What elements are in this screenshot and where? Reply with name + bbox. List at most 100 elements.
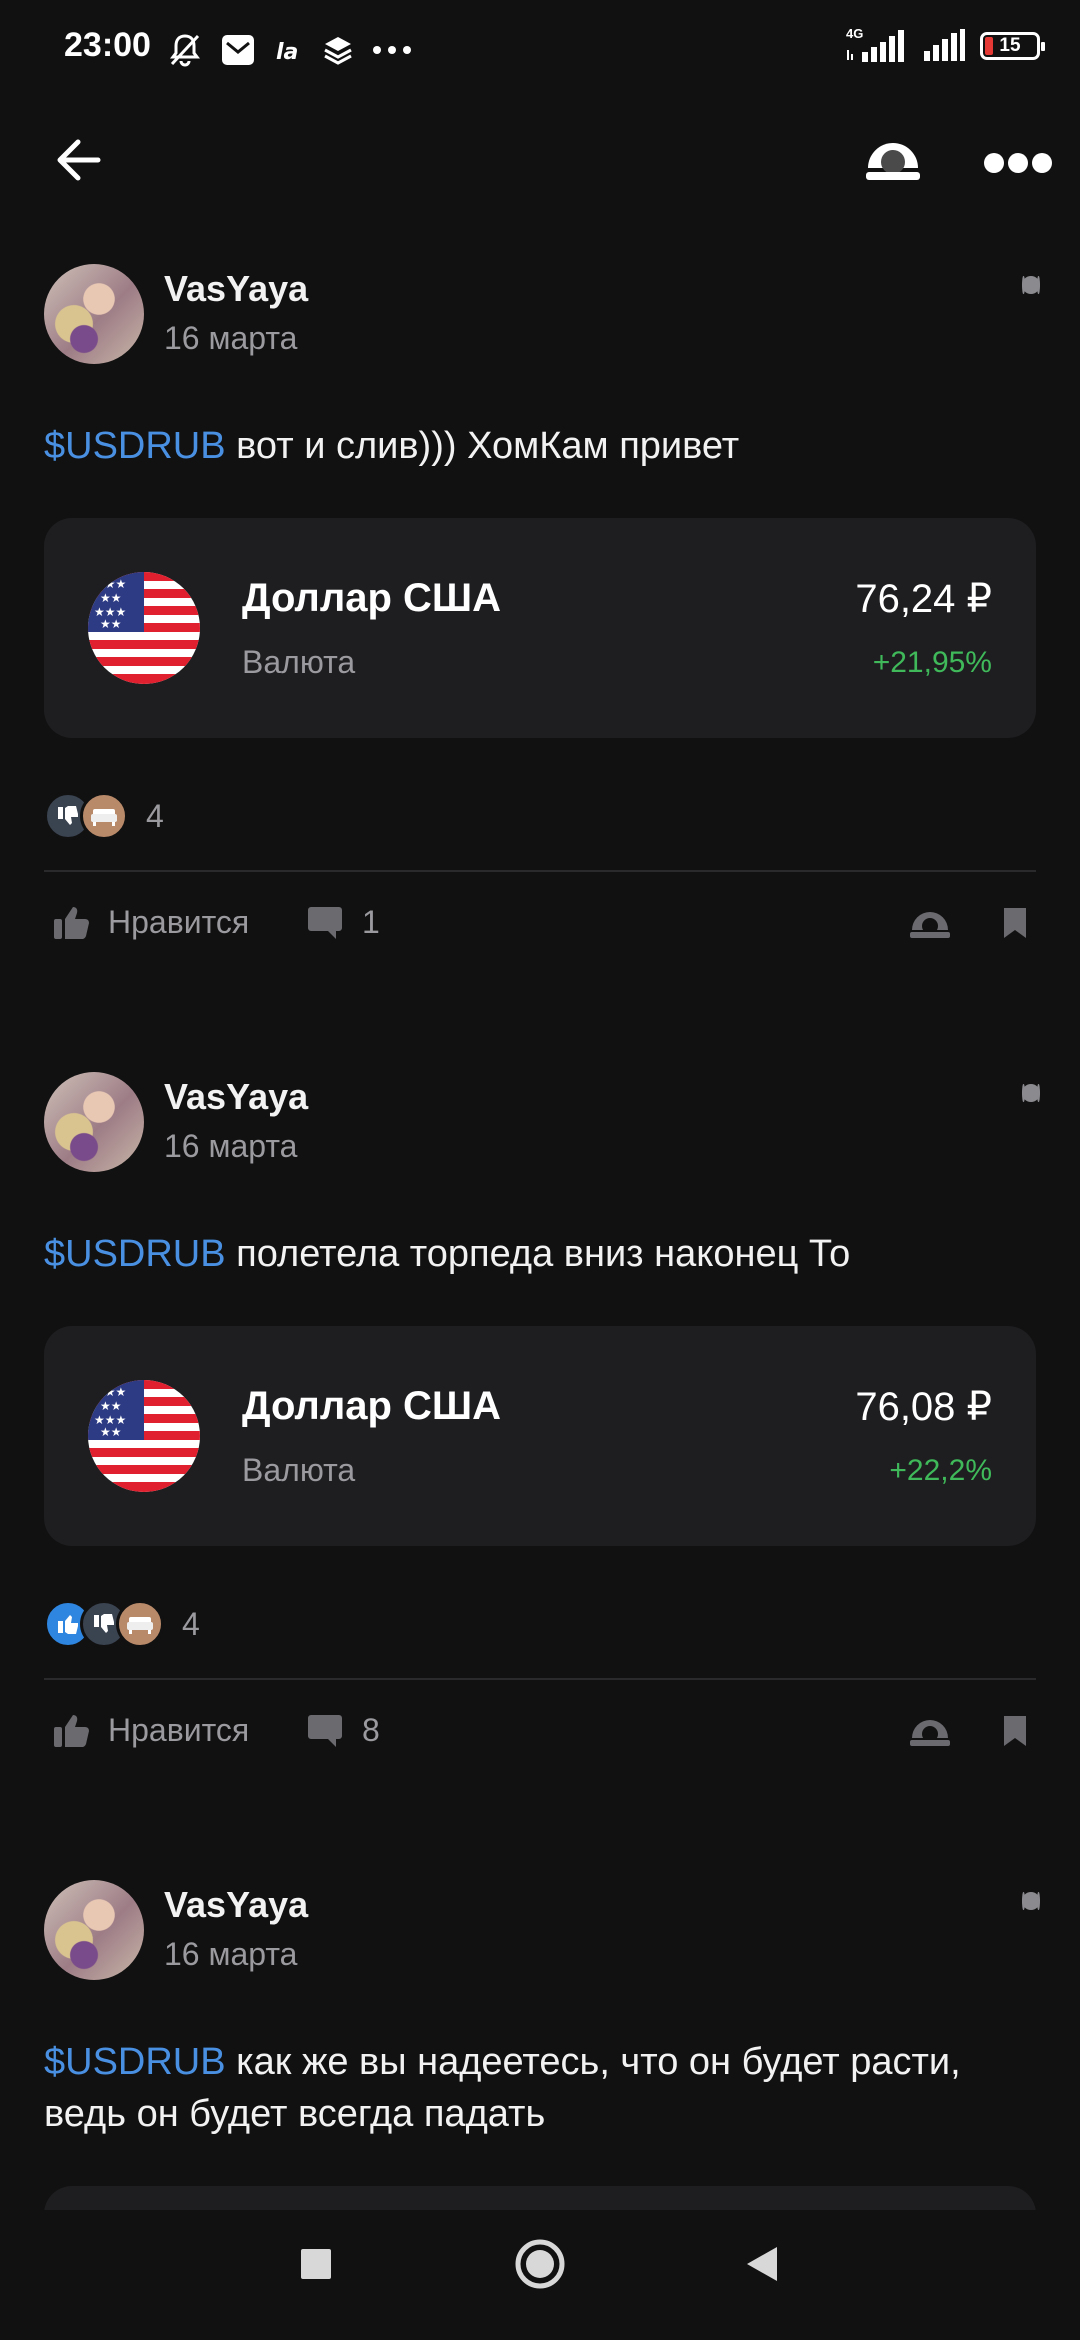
like-label: Нравится [108, 1712, 250, 1748]
ticker-link[interactable]: $USDRUB [44, 1233, 226, 1275]
bookmark-icon [1004, 1716, 1026, 1746]
instrument-change: +22,2% [889, 1454, 992, 1487]
instrument-price: 76,24 ₽ [855, 577, 992, 621]
post-body: полетела торпеда вниз наконец То [225, 1233, 851, 1275]
post-share-button[interactable] [908, 1714, 952, 1755]
thumbs-up-icon [54, 906, 89, 939]
avatar[interactable] [44, 1072, 144, 1172]
svg-text:★★★: ★★★ [94, 1385, 126, 1399]
signal-icon [924, 29, 965, 61]
like-button[interactable]: Нравится [52, 904, 249, 941]
sofa-reaction-icon [80, 792, 128, 840]
arrow-left-icon [57, 139, 101, 181]
svg-text:★★: ★★ [100, 617, 122, 631]
comment-button[interactable]: 8 [306, 1712, 380, 1749]
post: VasYaya 16 марта $USDRUB как же вы надее… [0, 1880, 1080, 2210]
like-button[interactable]: Нравится [52, 1712, 249, 1749]
signal-4g-icon: 4G [844, 26, 908, 64]
more-dots-icon [1022, 1084, 1041, 1102]
divider [44, 1678, 1036, 1680]
instrument-card[interactable]: ★★★ ★★ ★★★ ★★ Доллар США Валюта 76,08 ₽ +22… [44, 1326, 1036, 1546]
like-label: Нравится [108, 904, 250, 940]
bookmark-button[interactable] [1002, 1714, 1028, 1753]
status-time: 23:00 [64, 26, 151, 64]
top-bar [0, 100, 1080, 220]
status-icons-right: 4G 15 [844, 26, 1045, 64]
more-dots-icon [1022, 1892, 1041, 1910]
top-bar-actions [862, 132, 1052, 193]
nav-back-button[interactable] [744, 2244, 780, 2289]
post: VasYaya 16 марта $USDRUB полетела торпед… [0, 1072, 1080, 1812]
post-date: 16 марта [164, 1936, 298, 1972]
bell-off-icon [170, 34, 200, 67]
instrument-card[interactable] [44, 2186, 1036, 2210]
share-icon [910, 912, 950, 938]
sofa-reaction-icon [116, 1600, 164, 1648]
reactions-count: 4 [146, 797, 164, 834]
layers-icon [324, 37, 352, 65]
thumbs-up-icon [54, 1714, 89, 1747]
battery-level: 15 [999, 35, 1021, 56]
post-more-button[interactable] [1022, 1892, 1041, 1910]
post-share-button[interactable] [908, 906, 952, 947]
post-date: 16 марта [164, 320, 298, 356]
reactions-summary[interactable]: 4 [44, 1600, 200, 1648]
author-name[interactable]: VasYaya [164, 1884, 308, 1926]
menu-button[interactable] [984, 152, 1052, 173]
post-text: $USDRUB полетела торпеда вниз наконец То [44, 1228, 1034, 1280]
battery-icon: 15 [980, 32, 1045, 60]
post-actions: Нравится 1 [44, 896, 1036, 956]
reactions-summary[interactable]: 4 [44, 792, 164, 840]
author-name[interactable]: VasYaya [164, 1076, 308, 1118]
instrument-type: Валюта [242, 1452, 356, 1488]
post-actions: Нравится 8 [44, 1704, 1036, 1764]
instrument-price: 76,08 ₽ [855, 1385, 992, 1429]
comment-icon [308, 906, 342, 939]
share-button[interactable] [862, 132, 924, 193]
square-icon [301, 2249, 331, 2279]
bookmark-button[interactable] [1002, 906, 1028, 945]
ticker-link[interactable]: $USDRUB [44, 425, 226, 467]
share-icon [910, 1720, 950, 1746]
comments-count: 8 [362, 1712, 380, 1748]
svg-text:★★: ★★ [100, 591, 122, 605]
triangle-back-icon [747, 2247, 777, 2281]
status-bar: 23:00 la 4G 15 [0, 0, 1080, 100]
circle-icon [515, 2239, 565, 2289]
post-more-button[interactable] [1022, 1084, 1041, 1102]
svg-text:★★: ★★ [100, 1399, 122, 1413]
post-text: $USDRUB как же вы надеетесь, что он буде… [44, 2036, 1034, 2140]
more-dots-icon [373, 46, 411, 54]
home-button[interactable] [514, 2238, 566, 2295]
instrument-change: +21,95% [872, 646, 992, 679]
instrument-name: Доллар США [242, 576, 502, 620]
more-dots-icon [984, 152, 1052, 173]
status-icons-left: la [168, 30, 412, 70]
instrument-name: Доллар США [242, 1384, 502, 1428]
mail-icon [222, 35, 254, 65]
post-more-button[interactable] [1022, 276, 1041, 294]
author-name[interactable]: VasYaya [164, 268, 308, 310]
comments-count: 1 [362, 904, 380, 940]
back-button[interactable] [40, 130, 116, 190]
recents-button[interactable] [298, 2246, 334, 2287]
instrument-card[interactable]: ★★★ ★★ ★★★ ★★ Доллар США Валюта 76,24 ₽ +21… [44, 518, 1036, 738]
share-icon [866, 143, 920, 180]
post-text: $USDRUB вот и слив))) ХомКам привет [44, 420, 1034, 472]
us-flag-icon: ★★★ ★★ ★★★ ★★ [88, 1380, 200, 1492]
system-nav-bar [0, 2210, 1080, 2340]
comment-icon [308, 1714, 342, 1747]
avatar[interactable] [44, 1880, 144, 1980]
avatar[interactable] [44, 264, 144, 364]
post: VasYaya 16 марта $USDRUB вот и слив))) Х… [0, 264, 1080, 1004]
more-dots-icon [1022, 276, 1041, 294]
divider [44, 870, 1036, 872]
comment-button[interactable]: 1 [306, 904, 380, 941]
svg-text:★★: ★★ [100, 1425, 122, 1439]
svg-text:la: la [276, 40, 298, 65]
post-body: вот и слив))) ХомКам привет [225, 425, 740, 467]
reactions-count: 4 [182, 1605, 200, 1642]
ticker-link[interactable]: $USDRUB [44, 2041, 226, 2083]
svg-text:★★★: ★★★ [94, 577, 126, 591]
post-date: 16 марта [164, 1128, 298, 1164]
